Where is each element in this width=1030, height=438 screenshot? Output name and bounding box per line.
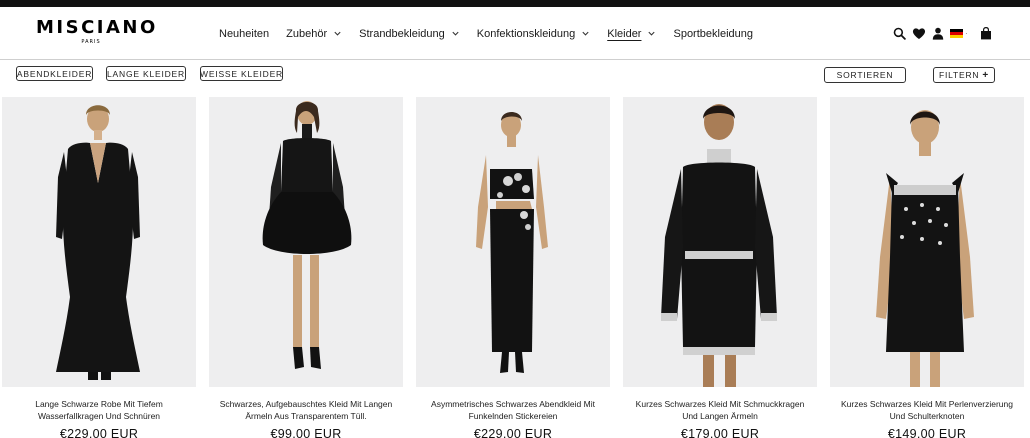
german-flag-icon[interactable]: · — [950, 29, 968, 38]
nav-label: Strandbekleidung — [359, 27, 445, 40]
product-image[interactable] — [623, 97, 817, 387]
product-image[interactable] — [830, 97, 1024, 387]
nav-item-strandbekleidung[interactable]: Strandbekleidung — [359, 28, 460, 40]
product-price: €229,00 EUR — [473, 427, 553, 438]
search-icon[interactable] — [893, 27, 906, 40]
chip-abendkleider[interactable]: ABENDKLEIDER — [16, 66, 93, 81]
chevron-down-icon — [582, 31, 589, 36]
product-card[interactable]: Lange Schwarze Robe Mit Tiefem Wasserfal… — [2, 97, 196, 438]
nav-label: Zubehör — [286, 27, 328, 40]
chevron-down-icon — [334, 31, 341, 36]
announcement-bar — [0, 0, 1030, 7]
nav-item-neuheiten[interactable]: Neuheiten — [219, 28, 269, 40]
product-price: €179,00 EUR — [680, 427, 760, 438]
product-price: €99,00 EUR — [270, 427, 342, 438]
product-name[interactable]: Schwarzes, Aufgebauschtes Kleid Mit Lang… — [213, 398, 399, 422]
brand-subtitle: PARIS — [81, 39, 101, 45]
product-image[interactable] — [2, 97, 196, 387]
account-icon[interactable] — [932, 27, 944, 40]
plus-icon: + — [982, 69, 990, 81]
nav-label: Sportbekleidung — [673, 27, 753, 40]
filter-button[interactable]: FILTERN + — [933, 67, 995, 83]
product-card[interactable]: Asymmetrisches Schwarzes Abendkleid Mit … — [416, 97, 610, 438]
chip-weisse-kleider[interactable]: WEISSE KLEIDER — [200, 66, 283, 81]
product-name[interactable]: Kurzes Schwarzes Kleid Mit Schmuckkragen… — [627, 398, 813, 422]
sort-button[interactable]: SORTIEREN — [824, 67, 906, 83]
product-price: €229,00 EUR — [59, 427, 139, 438]
product-card[interactable]: Kurzes Schwarzes Kleid Mit Perlenverzier… — [830, 97, 1024, 438]
filter-bar: ABENDKLEIDER LANGE KLEIDER WEISSE KLEIDE… — [0, 60, 1030, 96]
nav-item-zubehoer[interactable]: Zubehör — [286, 28, 342, 40]
product-name[interactable]: Kurzes Schwarzes Kleid Mit Perlenverzier… — [834, 398, 1020, 422]
product-card[interactable]: Schwarzes, Aufgebauschtes Kleid Mit Lang… — [209, 97, 403, 438]
heart-icon[interactable] — [912, 27, 926, 40]
chevron-down-icon — [648, 31, 656, 36]
brand-logo[interactable]: MISCIANO PARIS — [36, 17, 158, 46]
nav-item-kleider[interactable]: Kleider — [607, 28, 656, 40]
product-grid: Lange Schwarze Robe Mit Tiefem Wasserfal… — [0, 97, 1030, 438]
product-image[interactable] — [209, 97, 403, 387]
nav-item-konfektionskleidung[interactable]: Konfektionskleidung — [477, 28, 590, 40]
product-image[interactable] — [416, 97, 610, 387]
product-price: €149,00 EUR — [887, 427, 967, 438]
product-name[interactable]: Asymmetrisches Schwarzes Abendkleid Mit … — [420, 398, 606, 422]
nav-label: Neuheiten — [219, 27, 270, 40]
chevron-down-icon — [452, 31, 459, 36]
brand-name: MISCIANO — [36, 17, 158, 38]
main-nav: Neuheiten Zubehör Strandbekleidung Konfe… — [219, 7, 753, 60]
bag-icon[interactable] — [980, 27, 992, 40]
header-icons: · — [893, 7, 992, 60]
site-header: MISCIANO PARIS Neuheiten Zubehör Strandb… — [0, 7, 1030, 60]
chip-lange-kleider[interactable]: LANGE KLEIDER — [106, 66, 186, 81]
nav-item-sportbekleidung[interactable]: Sportbekleidung — [673, 28, 753, 40]
nav-label: Konfektionskleidung — [476, 27, 576, 40]
product-card[interactable]: Kurzes Schwarzes Kleid Mit Schmuckkragen… — [623, 97, 817, 438]
nav-label: Kleider — [607, 27, 642, 40]
sort-label: SORTIEREN — [836, 70, 894, 80]
filter-label: FILTERN — [938, 70, 980, 80]
product-name[interactable]: Lange Schwarze Robe Mit Tiefem Wasserfal… — [6, 398, 192, 422]
